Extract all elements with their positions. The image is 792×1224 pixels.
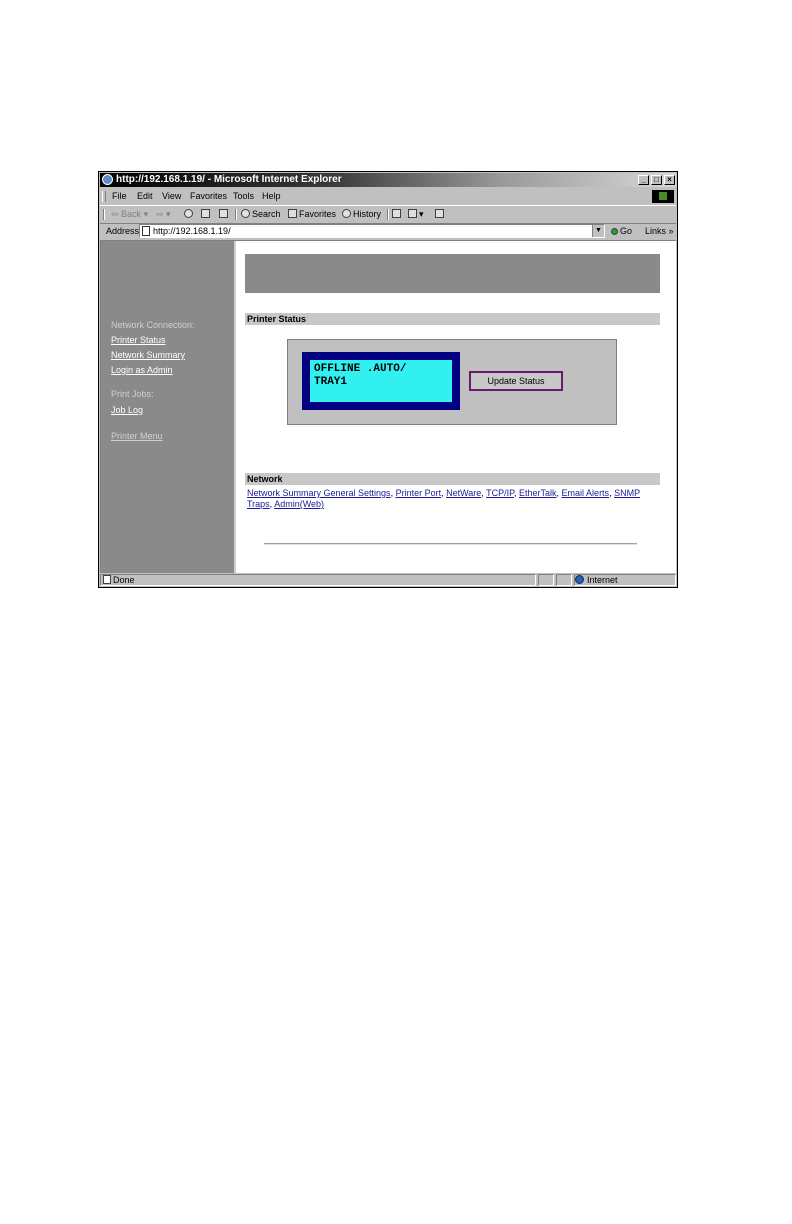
sidebar: Network Connection: Printer Status Netwo… — [101, 241, 236, 573]
menu-grip — [102, 191, 106, 202]
edit-icon — [435, 209, 444, 218]
address-dropdown-button[interactable]: ▼ — [592, 225, 604, 237]
history-button[interactable]: History — [342, 206, 381, 223]
refresh-icon — [201, 209, 210, 218]
sidebar-heading-print-jobs: Print Jobs: — [111, 389, 154, 399]
security-zone: Internet — [575, 574, 618, 587]
lcd-line-2: TRAY1 — [314, 376, 348, 388]
page-viewport: Network Connection: Printer Status Netwo… — [100, 240, 676, 573]
edit-button[interactable] — [435, 206, 446, 223]
horizontal-rule — [264, 543, 637, 545]
toolbar-separator — [387, 209, 389, 220]
printer-status-panel: OFFLINE .AUTO/ TRAY1 Update Status — [287, 339, 617, 425]
sidebar-item-printer-status[interactable]: Printer Status — [111, 335, 166, 345]
menu-favorites[interactable]: Favorites — [190, 189, 227, 204]
status-pane-main — [100, 574, 536, 586]
update-status-button[interactable]: Update Status — [469, 371, 563, 391]
print-icon — [408, 209, 417, 218]
globe-icon — [575, 575, 584, 584]
maximize-button[interactable]: □ — [651, 175, 662, 185]
minimize-button[interactable]: _ — [638, 175, 649, 185]
links-button[interactable]: Links » — [645, 223, 674, 239]
link-netware[interactable]: NetWare — [446, 488, 481, 498]
menu-bar: File Edit View Favorites Tools Help — [100, 189, 676, 204]
network-links: Network Summary General Settings, Printe… — [247, 488, 641, 509]
sidebar-heading-network: Network Connection: — [111, 320, 195, 330]
search-button[interactable]: Search — [241, 206, 281, 223]
printer-status-heading: Printer Status — [245, 313, 660, 325]
back-button[interactable]: ⇦ Back ▾ — [111, 206, 148, 223]
sidebar-item-network-summary[interactable]: Network Summary — [111, 350, 185, 360]
menu-edit[interactable]: Edit — [137, 189, 153, 204]
page-done-icon — [103, 575, 111, 584]
address-bar: Address http://192.168.1.19/ ▼ Go Links … — [100, 223, 676, 239]
close-button[interactable]: × — [664, 175, 675, 185]
link-email-alerts[interactable]: Email Alerts — [562, 488, 610, 498]
refresh-button[interactable] — [201, 206, 212, 223]
favorites-button[interactable]: Favorites — [288, 206, 336, 223]
mail-button[interactable] — [392, 206, 403, 223]
lcd-frame: OFFLINE .AUTO/ TRAY1 — [302, 352, 460, 410]
main-content: Printer Status OFFLINE .AUTO/ TRAY1 Upda… — [236, 241, 676, 573]
toolbar: ⇦ Back ▾ ⇨ ▾ Search Favorites History ▾ — [100, 205, 676, 224]
history-icon — [342, 209, 351, 218]
menu-help[interactable]: Help — [262, 189, 281, 204]
link-ethertalk[interactable]: EtherTalk — [519, 488, 557, 498]
sidebar-item-job-log[interactable]: Job Log — [111, 405, 143, 415]
status-pane-2 — [538, 574, 554, 586]
mail-icon — [392, 209, 401, 218]
window-title: http://192.168.1.19/ - Microsoft Interne… — [116, 174, 342, 185]
status-text: Done — [103, 574, 135, 587]
lcd-display: OFFLINE .AUTO/ TRAY1 — [310, 360, 452, 402]
home-button[interactable] — [219, 206, 230, 223]
print-button[interactable]: ▾ — [408, 206, 424, 223]
search-icon — [241, 209, 250, 218]
stop-icon — [184, 209, 193, 218]
menu-tools[interactable]: Tools — [233, 189, 254, 204]
address-url: http://192.168.1.19/ — [153, 226, 231, 236]
status-pane-3 — [556, 574, 572, 586]
sidebar-item-login-admin[interactable]: Login as Admin — [111, 365, 173, 375]
go-button[interactable]: Go — [611, 223, 632, 239]
link-network-summary[interactable]: Network Summary General Settings — [247, 488, 391, 498]
address-label: Address — [106, 226, 140, 236]
link-printer-port[interactable]: Printer Port — [396, 488, 442, 498]
ie-logo-icon — [102, 174, 113, 185]
menu-file[interactable]: File — [112, 189, 127, 204]
favorites-icon — [288, 209, 297, 218]
status-bar: Done Internet — [100, 574, 676, 587]
header-banner — [245, 254, 660, 293]
link-tcpip[interactable]: TCP/IP — [486, 488, 514, 498]
link-admin-web[interactable]: Admin(Web) — [274, 499, 324, 509]
browser-window: http://192.168.1.19/ - Microsoft Interne… — [98, 171, 678, 588]
page-icon — [142, 226, 150, 236]
stop-button[interactable] — [184, 206, 195, 223]
toolbar-grip — [103, 209, 105, 220]
home-icon — [219, 209, 228, 218]
network-heading: Network — [245, 473, 660, 485]
menu-view[interactable]: View — [162, 189, 181, 204]
windows-flag-icon — [652, 190, 674, 203]
sidebar-item-printer-menu[interactable]: Printer Menu — [111, 431, 163, 441]
go-arrow-icon — [611, 228, 618, 235]
lcd-line-1: OFFLINE .AUTO/ — [314, 363, 407, 375]
toolbar-separator — [235, 209, 237, 220]
forward-button[interactable]: ⇨ ▾ — [156, 206, 171, 223]
title-bar: http://192.168.1.19/ - Microsoft Interne… — [100, 173, 676, 187]
address-input[interactable]: http://192.168.1.19/ ▼ — [139, 224, 605, 238]
